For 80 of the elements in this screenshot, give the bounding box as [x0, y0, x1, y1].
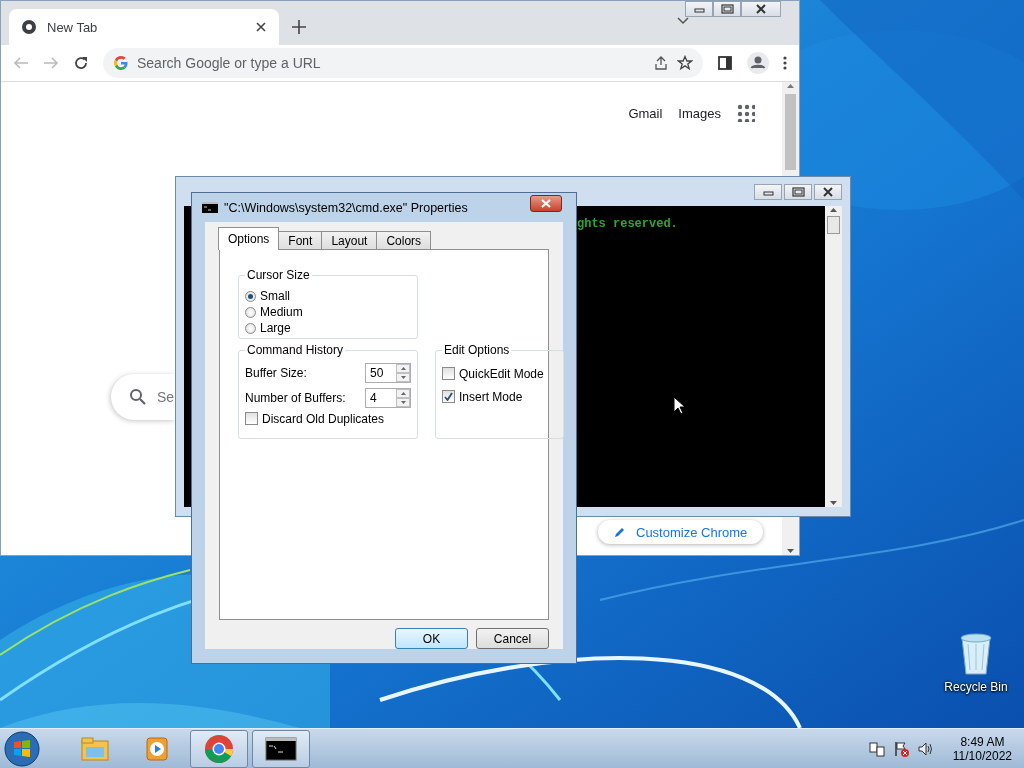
clock-date[interactable]: 11/10/2022 [952, 748, 1012, 763]
volume-icon[interactable] [916, 740, 933, 757]
flag-icon[interactable] [892, 740, 909, 757]
scrollbar-thumb[interactable] [827, 216, 840, 234]
up-arrow-icon[interactable] [400, 366, 406, 370]
checkbox-label[interactable]: Discard Old Duplicates [262, 411, 385, 426]
down-arrow-icon[interactable] [400, 400, 406, 404]
group-label: Command History [245, 343, 346, 357]
maximize-button[interactable] [784, 183, 812, 200]
group-label: Edit Options [442, 343, 512, 357]
radio-button[interactable] [245, 322, 256, 334]
radio-label[interactable]: Small [260, 289, 290, 303]
maximize-icon[interactable] [789, 185, 807, 198]
scroll-down-icon[interactable] [787, 549, 794, 553]
field-label: Number of Buffers: [245, 390, 347, 405]
down-arrow-icon[interactable] [400, 375, 406, 379]
radio-button[interactable] [245, 290, 256, 302]
header-link[interactable]: Images [678, 105, 721, 121]
checkbox[interactable] [442, 367, 455, 380]
spin-up-button[interactable] [396, 363, 410, 373]
minimize-button[interactable] [754, 183, 782, 200]
network-icon[interactable] [868, 740, 885, 757]
header-link[interactable]: Gmail [628, 105, 663, 121]
radio-label[interactable]: Large [260, 321, 291, 335]
number-field[interactable]: 4 [365, 387, 411, 408]
chrome-logo-icon [203, 732, 235, 765]
close-button[interactable] [741, 1, 781, 17]
up-arrow-icon[interactable] [400, 391, 406, 395]
recycle-bin-icon[interactable] [958, 630, 994, 676]
share-icon[interactable] [653, 55, 669, 71]
dialog-button[interactable]: Cancel [476, 628, 549, 649]
mouse-pointer-icon [673, 396, 685, 415]
reload-icon[interactable] [73, 55, 89, 71]
start-button[interactable] [4, 730, 40, 767]
chrome-logo-icon [21, 19, 37, 35]
maximize-button[interactable] [713, 1, 741, 17]
spin-up-button[interactable] [396, 388, 410, 398]
apps-grid-icon[interactable] [737, 104, 755, 122]
side-panel-icon[interactable] [717, 55, 733, 71]
clock-time[interactable]: 8:49 AM [960, 734, 1005, 749]
browser-tab[interactable]: New Tab [9, 9, 279, 45]
radio-label[interactable]: Medium [260, 305, 303, 319]
close-button[interactable] [814, 183, 842, 200]
tab-title: New Tab [47, 19, 99, 35]
minimize-button[interactable] [685, 1, 713, 17]
console-icon [202, 202, 218, 213]
scrollbar-thumb[interactable] [785, 94, 796, 170]
new-tab-icon[interactable] [291, 19, 307, 35]
address-bar[interactable]: Search Google or type a URL [103, 48, 703, 78]
spin-down-button[interactable] [396, 372, 410, 382]
chevron-down-icon[interactable] [677, 17, 689, 25]
checkbox[interactable] [245, 412, 258, 425]
pencil-icon [614, 526, 626, 538]
spin-down-button[interactable] [396, 397, 410, 407]
customize-chrome-button[interactable]: Customize Chrome [598, 520, 764, 544]
google-logo-icon [113, 55, 129, 71]
star-icon[interactable] [677, 55, 693, 71]
profile-icon[interactable] [747, 52, 769, 74]
scroll-up-icon[interactable] [787, 84, 794, 88]
scrollbar[interactable] [825, 206, 842, 507]
console-text: ghts reserved. [577, 217, 678, 231]
group-label: Cursor Size [245, 268, 312, 282]
field-label: Buffer Size: [245, 365, 308, 380]
checkbox-label[interactable]: Insert Mode [459, 389, 523, 404]
search-field[interactable]: Se [111, 374, 175, 420]
close-icon[interactable] [255, 21, 267, 33]
taskbar-button[interactable] [252, 729, 310, 768]
close-button[interactable] [530, 195, 562, 212]
dialog-button[interactable]: OK [395, 628, 468, 649]
radio-button[interactable] [245, 306, 256, 318]
checkbox-label[interactable]: QuickEdit Mode [459, 366, 544, 381]
scroll-up-icon[interactable] [830, 208, 837, 212]
search-icon [129, 388, 147, 406]
menu-icon[interactable] [783, 55, 787, 71]
desktop-icon-label[interactable]: Recycle Bin [944, 680, 1008, 694]
dialog-title: "C:\Windows\system32\cmd.exe" Properties [224, 200, 469, 215]
dialog-tab[interactable]: Options [218, 227, 280, 250]
number-field[interactable]: 50 [365, 362, 411, 383]
maximize-icon[interactable] [718, 3, 736, 15]
scroll-down-icon[interactable] [830, 501, 837, 505]
